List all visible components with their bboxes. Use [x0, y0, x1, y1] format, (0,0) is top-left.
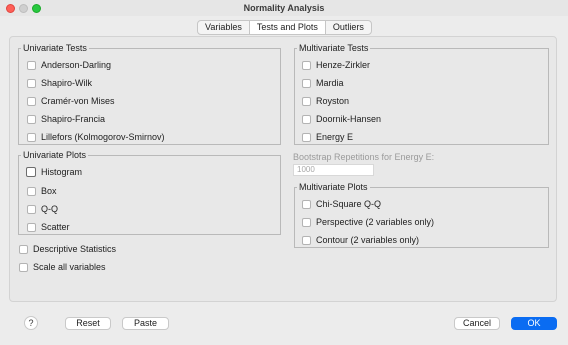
- tests-and-plots-panel: Univariate Tests Anderson-Darling Shapir…: [9, 36, 557, 302]
- henze-zirkler-label: Henze-Zirkler: [316, 60, 371, 70]
- shapiro-francia-option[interactable]: Shapiro-Francia: [27, 113, 105, 125]
- help-button[interactable]: ?: [24, 316, 38, 330]
- box-label: Box: [41, 186, 57, 196]
- qq-checkbox[interactable]: [27, 204, 36, 214]
- shapiro-wilk-label: Shapiro-Wilk: [41, 78, 93, 88]
- shapiro-francia-checkbox[interactable]: [27, 114, 36, 124]
- scale-all-variables-label: Scale all variables: [33, 262, 106, 272]
- qq-option[interactable]: Q-Q: [27, 203, 58, 215]
- scale-all-variables-option[interactable]: Scale all variables: [19, 261, 106, 273]
- scatter-option[interactable]: Scatter: [27, 221, 70, 233]
- lillefors-label: Lillefors (Kolmogorov-Smirnov): [41, 132, 165, 142]
- tab-outliers[interactable]: Outliers: [326, 21, 371, 34]
- mardia-label: Mardia: [316, 78, 344, 88]
- box-checkbox[interactable]: [27, 186, 36, 196]
- multivariate-tests-title: Multivariate Tests: [297, 43, 371, 54]
- window-title: Normality Analysis: [243, 3, 325, 13]
- histogram-label: Histogram: [41, 167, 83, 177]
- royston-label: Royston: [316, 96, 350, 106]
- anderson-darling-option[interactable]: Anderson-Darling: [27, 59, 111, 71]
- univariate-tests-title: Univariate Tests: [21, 43, 89, 54]
- royston-checkbox[interactable]: [302, 96, 311, 106]
- shapiro-francia-label: Shapiro-Francia: [41, 114, 106, 124]
- mardia-option[interactable]: Mardia: [302, 77, 344, 89]
- qq-label: Q-Q: [41, 204, 58, 214]
- histogram-option[interactable]: Histogram: [26, 166, 82, 178]
- multivariate-plots-group: Multivariate Plots Chi-Square Q-Q Perspe…: [294, 182, 549, 248]
- anderson-darling-label: Anderson-Darling: [41, 60, 112, 70]
- chi-square-qq-checkbox[interactable]: [302, 199, 311, 209]
- ok-button[interactable]: OK: [511, 317, 557, 330]
- histogram-checkbox[interactable]: [26, 167, 36, 177]
- scale-all-variables-checkbox[interactable]: [19, 262, 28, 272]
- univariate-plots-group: Univariate Plots Histogram Box Q-Q Scatt…: [18, 150, 281, 235]
- doornik-hansen-label: Doornik-Hansen: [316, 114, 382, 124]
- royston-option[interactable]: Royston: [302, 95, 349, 107]
- cramer-von-mises-option[interactable]: Cramér-von Mises: [27, 95, 115, 107]
- anderson-darling-checkbox[interactable]: [27, 60, 36, 70]
- energy-e-option[interactable]: Energy E: [302, 131, 353, 143]
- tab-bar: Variables Tests and Plots Outliers: [197, 20, 372, 35]
- descriptive-statistics-checkbox[interactable]: [19, 244, 28, 254]
- henze-zirkler-option[interactable]: Henze-Zirkler: [302, 59, 370, 71]
- shapiro-wilk-checkbox[interactable]: [27, 78, 36, 88]
- henze-zirkler-checkbox[interactable]: [302, 60, 311, 70]
- contour-label: Contour (2 variables only): [316, 235, 420, 245]
- cramer-von-mises-checkbox[interactable]: [27, 96, 36, 106]
- energy-e-label: Energy E: [316, 132, 354, 142]
- bootstrap-repetitions-input[interactable]: 1000: [293, 164, 374, 176]
- univariate-tests-group: Univariate Tests Anderson-Darling Shapir…: [18, 43, 281, 145]
- shapiro-wilk-option[interactable]: Shapiro-Wilk: [27, 77, 92, 89]
- doornik-hansen-option[interactable]: Doornik-Hansen: [302, 113, 381, 125]
- doornik-hansen-checkbox[interactable]: [302, 114, 311, 124]
- reset-button[interactable]: Reset: [65, 317, 111, 330]
- perspective-checkbox[interactable]: [302, 217, 311, 227]
- scatter-checkbox[interactable]: [27, 222, 36, 232]
- paste-button[interactable]: Paste: [122, 317, 169, 330]
- univariate-plots-title: Univariate Plots: [21, 150, 89, 161]
- bootstrap-repetitions-label: Bootstrap Repetitions for Energy E:: [293, 152, 435, 162]
- lillefors-option[interactable]: Lillefors (Kolmogorov-Smirnov): [27, 131, 165, 143]
- normality-analysis-dialog: Normality Analysis Variables Tests and P…: [0, 0, 568, 345]
- cramer-von-mises-label: Cramér-von Mises: [41, 96, 115, 106]
- title-bar: Normality Analysis: [0, 0, 568, 16]
- perspective-option[interactable]: Perspective (2 variables only): [302, 216, 434, 228]
- descriptive-statistics-option[interactable]: Descriptive Statistics: [19, 243, 116, 255]
- contour-checkbox[interactable]: [302, 235, 311, 245]
- tab-variables[interactable]: Variables: [198, 21, 250, 34]
- mardia-checkbox[interactable]: [302, 78, 311, 88]
- cancel-button[interactable]: Cancel: [454, 317, 500, 330]
- box-option[interactable]: Box: [27, 185, 57, 197]
- chi-square-qq-option[interactable]: Chi-Square Q-Q: [302, 198, 381, 210]
- multivariate-plots-title: Multivariate Plots: [297, 182, 370, 193]
- lillefors-checkbox[interactable]: [27, 132, 36, 142]
- chi-square-qq-label: Chi-Square Q-Q: [316, 199, 382, 209]
- scatter-label: Scatter: [41, 222, 70, 232]
- descriptive-statistics-label: Descriptive Statistics: [33, 244, 117, 254]
- multivariate-tests-group: Multivariate Tests Henze-Zirkler Mardia …: [294, 43, 549, 145]
- perspective-label: Perspective (2 variables only): [316, 217, 435, 227]
- tab-tests-and-plots[interactable]: Tests and Plots: [249, 21, 326, 34]
- contour-option[interactable]: Contour (2 variables only): [302, 234, 419, 246]
- energy-e-checkbox[interactable]: [302, 132, 311, 142]
